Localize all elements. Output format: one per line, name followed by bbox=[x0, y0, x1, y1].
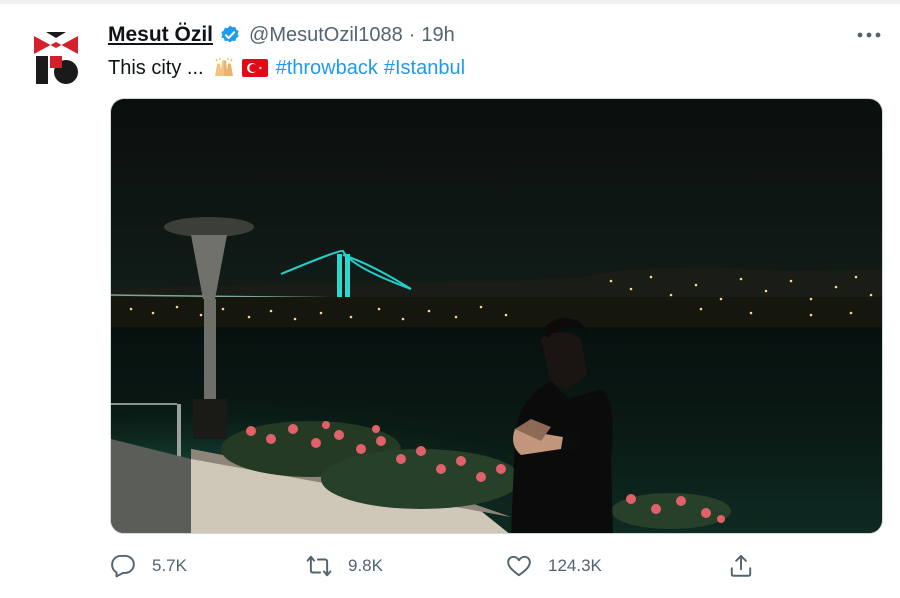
verified-badge-icon bbox=[221, 25, 239, 43]
author-handle[interactable]: @MesutOzil1088 bbox=[249, 24, 403, 47]
tweet-text: This city ... #throwback #Istanbul bbox=[108, 54, 465, 82]
reply-icon bbox=[111, 554, 135, 578]
night-bosphorus-photo bbox=[111, 99, 882, 533]
m10-logo-icon bbox=[26, 28, 86, 90]
like-count: 124.3K bbox=[548, 556, 602, 575]
tweet-timestamp[interactable]: 19h bbox=[421, 24, 454, 47]
heart-icon bbox=[507, 555, 531, 577]
avatar[interactable] bbox=[26, 28, 86, 90]
raising-hands-icon bbox=[214, 58, 233, 76]
turkey-flag-icon bbox=[241, 59, 268, 77]
hashtag-link[interactable]: #Istanbul bbox=[384, 57, 465, 80]
share-icon bbox=[730, 554, 752, 577]
header-separator: · bbox=[408, 23, 416, 46]
tweet-actions: 5.7K 9.8K 124.3K bbox=[108, 548, 768, 584]
share-button[interactable] bbox=[728, 548, 754, 584]
more-dots-icon bbox=[857, 32, 881, 38]
like-button[interactable]: 124.3K bbox=[506, 548, 602, 584]
reply-count: 5.7K bbox=[152, 556, 187, 575]
tweet-photo[interactable] bbox=[110, 98, 883, 534]
retweet-button[interactable]: 9.8K bbox=[306, 548, 383, 584]
reply-button[interactable]: 5.7K bbox=[110, 548, 187, 584]
author-name[interactable]: Mesut Özil bbox=[108, 23, 213, 47]
retweet-count: 9.8K bbox=[348, 556, 383, 575]
tweet-card[interactable]: Mesut Özil @MesutOzil1088 · 19h This cit… bbox=[0, 0, 900, 598]
tweet-header: Mesut Özil @MesutOzil1088 · 19h bbox=[108, 20, 455, 50]
more-options-button[interactable] bbox=[856, 22, 882, 48]
retweet-icon bbox=[306, 555, 332, 577]
hashtag-link[interactable]: #throwback bbox=[276, 57, 378, 80]
tweet-text-body: This city ... bbox=[108, 56, 204, 79]
